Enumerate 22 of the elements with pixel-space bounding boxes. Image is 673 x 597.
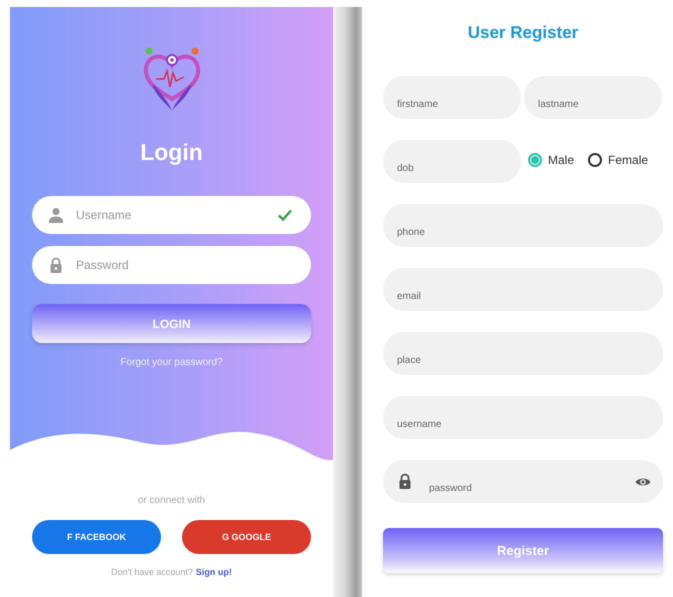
password-field[interactable]: password: [383, 460, 663, 503]
name-field[interactable]: firstname: [383, 76, 521, 119]
text-field[interactable]: email: [383, 268, 663, 311]
signup-link[interactable]: Sign up!: [196, 567, 232, 577]
lock-icon: [48, 257, 64, 273]
social-login-button[interactable]: G GOOGLE: [182, 520, 311, 554]
lock-icon: [397, 473, 413, 489]
register-title: User Register: [468, 23, 578, 43]
social-login-button[interactable]: F FACEBOOK: [32, 520, 161, 554]
gender-radio[interactable]: Female: [588, 153, 648, 167]
text-field[interactable]: username: [383, 396, 663, 439]
password-field[interactable]: Password: [32, 246, 311, 284]
connect-label: or connect with: [138, 495, 206, 506]
login-title: Login: [140, 139, 203, 166]
text-field[interactable]: phone: [383, 204, 663, 247]
dob-field[interactable]: dob: [383, 140, 521, 183]
text-field[interactable]: place: [383, 332, 663, 375]
signup-prompt: Don't have account?: [111, 567, 193, 577]
gender-radio[interactable]: Male: [528, 153, 574, 167]
username-field[interactable]: Username: [32, 196, 311, 234]
name-field[interactable]: lastname: [524, 76, 662, 119]
user-icon: [48, 207, 64, 223]
